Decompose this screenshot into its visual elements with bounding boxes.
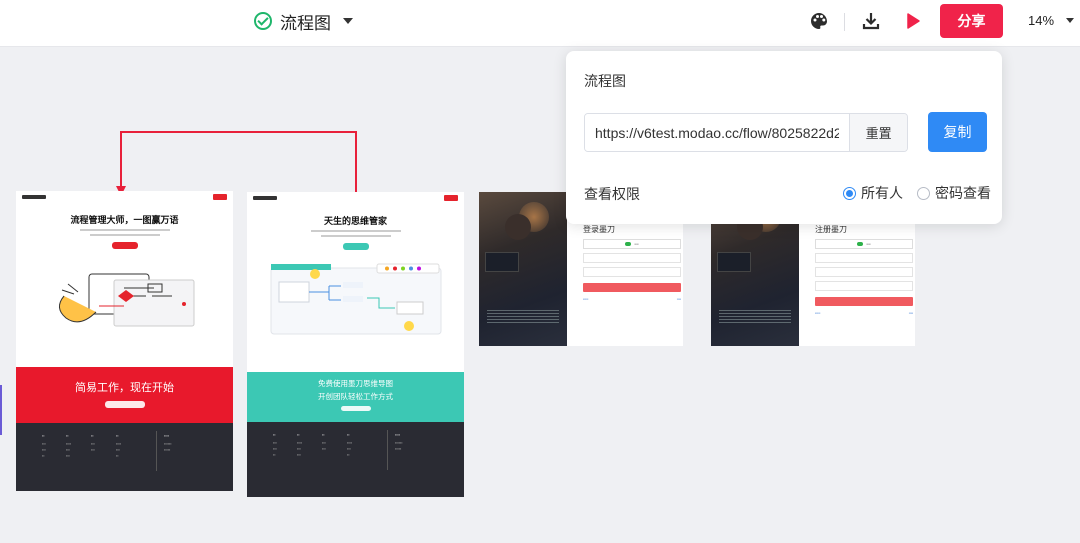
mini-nav: [247, 192, 464, 204]
share-popover: 流程图 重置 复制 查看权限 所有人 密码查看: [566, 51, 1002, 224]
login-photo: [479, 192, 567, 346]
share-link-input[interactable]: [585, 114, 850, 151]
saved-check-icon: [254, 12, 272, 30]
page1-band-text: 简易工作，现在开始: [75, 381, 174, 394]
share-popover-title: 流程图: [584, 74, 626, 90]
copy-link-button[interactable]: 复制: [928, 112, 987, 152]
radio-selected-icon[interactable]: [843, 186, 856, 200]
login-form: 登录墨刀 ▪▪▪▪ ▪▪▪▪▪ ▪▪▪▪: [583, 225, 681, 301]
page-thumbnail-2[interactable]: 天生的思维管家 免费使用墨刀思维导图 开创团队轻松工作方式 ▪▪ ▪▪▪ ▪▪▪ ▪▪…: [247, 192, 464, 497]
permission-everyone-label: 所有人: [861, 186, 903, 202]
doc-title-group[interactable]: 流程图: [254, 9, 353, 34]
page2-band-line1: 免费使用墨刀思维导图: [318, 379, 393, 388]
share-button[interactable]: 分享: [940, 4, 1003, 38]
zoom-level: 14%: [1028, 13, 1055, 28]
reset-link-button[interactable]: 重置: [849, 114, 907, 151]
mindmap-illustration: [270, 263, 442, 335]
zoom-control[interactable]: 14%: [1028, 13, 1075, 28]
flow-illustration: [59, 273, 195, 327]
page1-heading: 流程管理大师，一图赢万语: [70, 216, 179, 226]
page2-heading: 天生的思维管家: [323, 217, 387, 227]
page2-band-line2: 开创团队轻松工作方式: [318, 392, 393, 401]
permission-password-label: 密码查看: [935, 186, 991, 202]
permission-label: 查看权限: [584, 187, 640, 203]
zoom-dropdown-icon[interactable]: [1066, 18, 1075, 23]
register-form: 注册墨刀 ▪▪▪▪ ▪▪▪▪▪ ▪▪▪▪: [815, 225, 913, 315]
toolbar-divider: [844, 13, 845, 31]
download-icon[interactable]: [860, 10, 882, 32]
doc-title[interactable]: 流程图: [280, 9, 331, 34]
mini-nav: [16, 191, 233, 203]
canvas-edge-marker: [0, 385, 2, 435]
title-dropdown-icon[interactable]: [343, 18, 353, 24]
palette-icon[interactable]: [808, 10, 830, 32]
share-link-field: 重置: [584, 113, 908, 152]
present-play-icon[interactable]: [902, 10, 924, 32]
permission-everyone-radio[interactable]: 所有人: [843, 183, 903, 203]
radio-unselected-icon[interactable]: [917, 186, 930, 200]
page4-form-title: 注册墨刀: [815, 225, 847, 234]
page1-cta-band: 简易工作，现在开始: [16, 367, 233, 423]
page1-footer: ▪▪ ▪▪▪ ▪▪▪ ▪▪ ▪▪ ▪▪▪▪ ▪▪▪ ▪▪▪ ▪▪ ▪▪▪ ▪▪▪ ▪▪ ▪▪▪▪ ▪…: [16, 423, 233, 491]
page2-footer: ▪▪ ▪▪▪ ▪▪▪ ▪▪ ▪▪ ▪▪▪▪ ▪▪▪ ▪▪▪ ▪▪ ▪▪▪ ▪▪▪ ▪▪ ▪▪▪▪ ▪…: [247, 422, 464, 497]
page-thumbnail-1[interactable]: 流程管理大师，一图赢万语 简易工作，现在开始 ▪▪ ▪▪▪ ▪▪▪ ▪▪ ▪▪ ▪▪▪▪…: [16, 191, 233, 491]
top-toolbar: 流程图 分享 14%: [0, 0, 1080, 46]
page2-cta-band: 免费使用墨刀思维导图 开创团队轻松工作方式: [247, 372, 464, 422]
page3-form-title: 登录墨刀: [583, 225, 615, 234]
permission-password-radio[interactable]: 密码查看: [917, 183, 991, 203]
